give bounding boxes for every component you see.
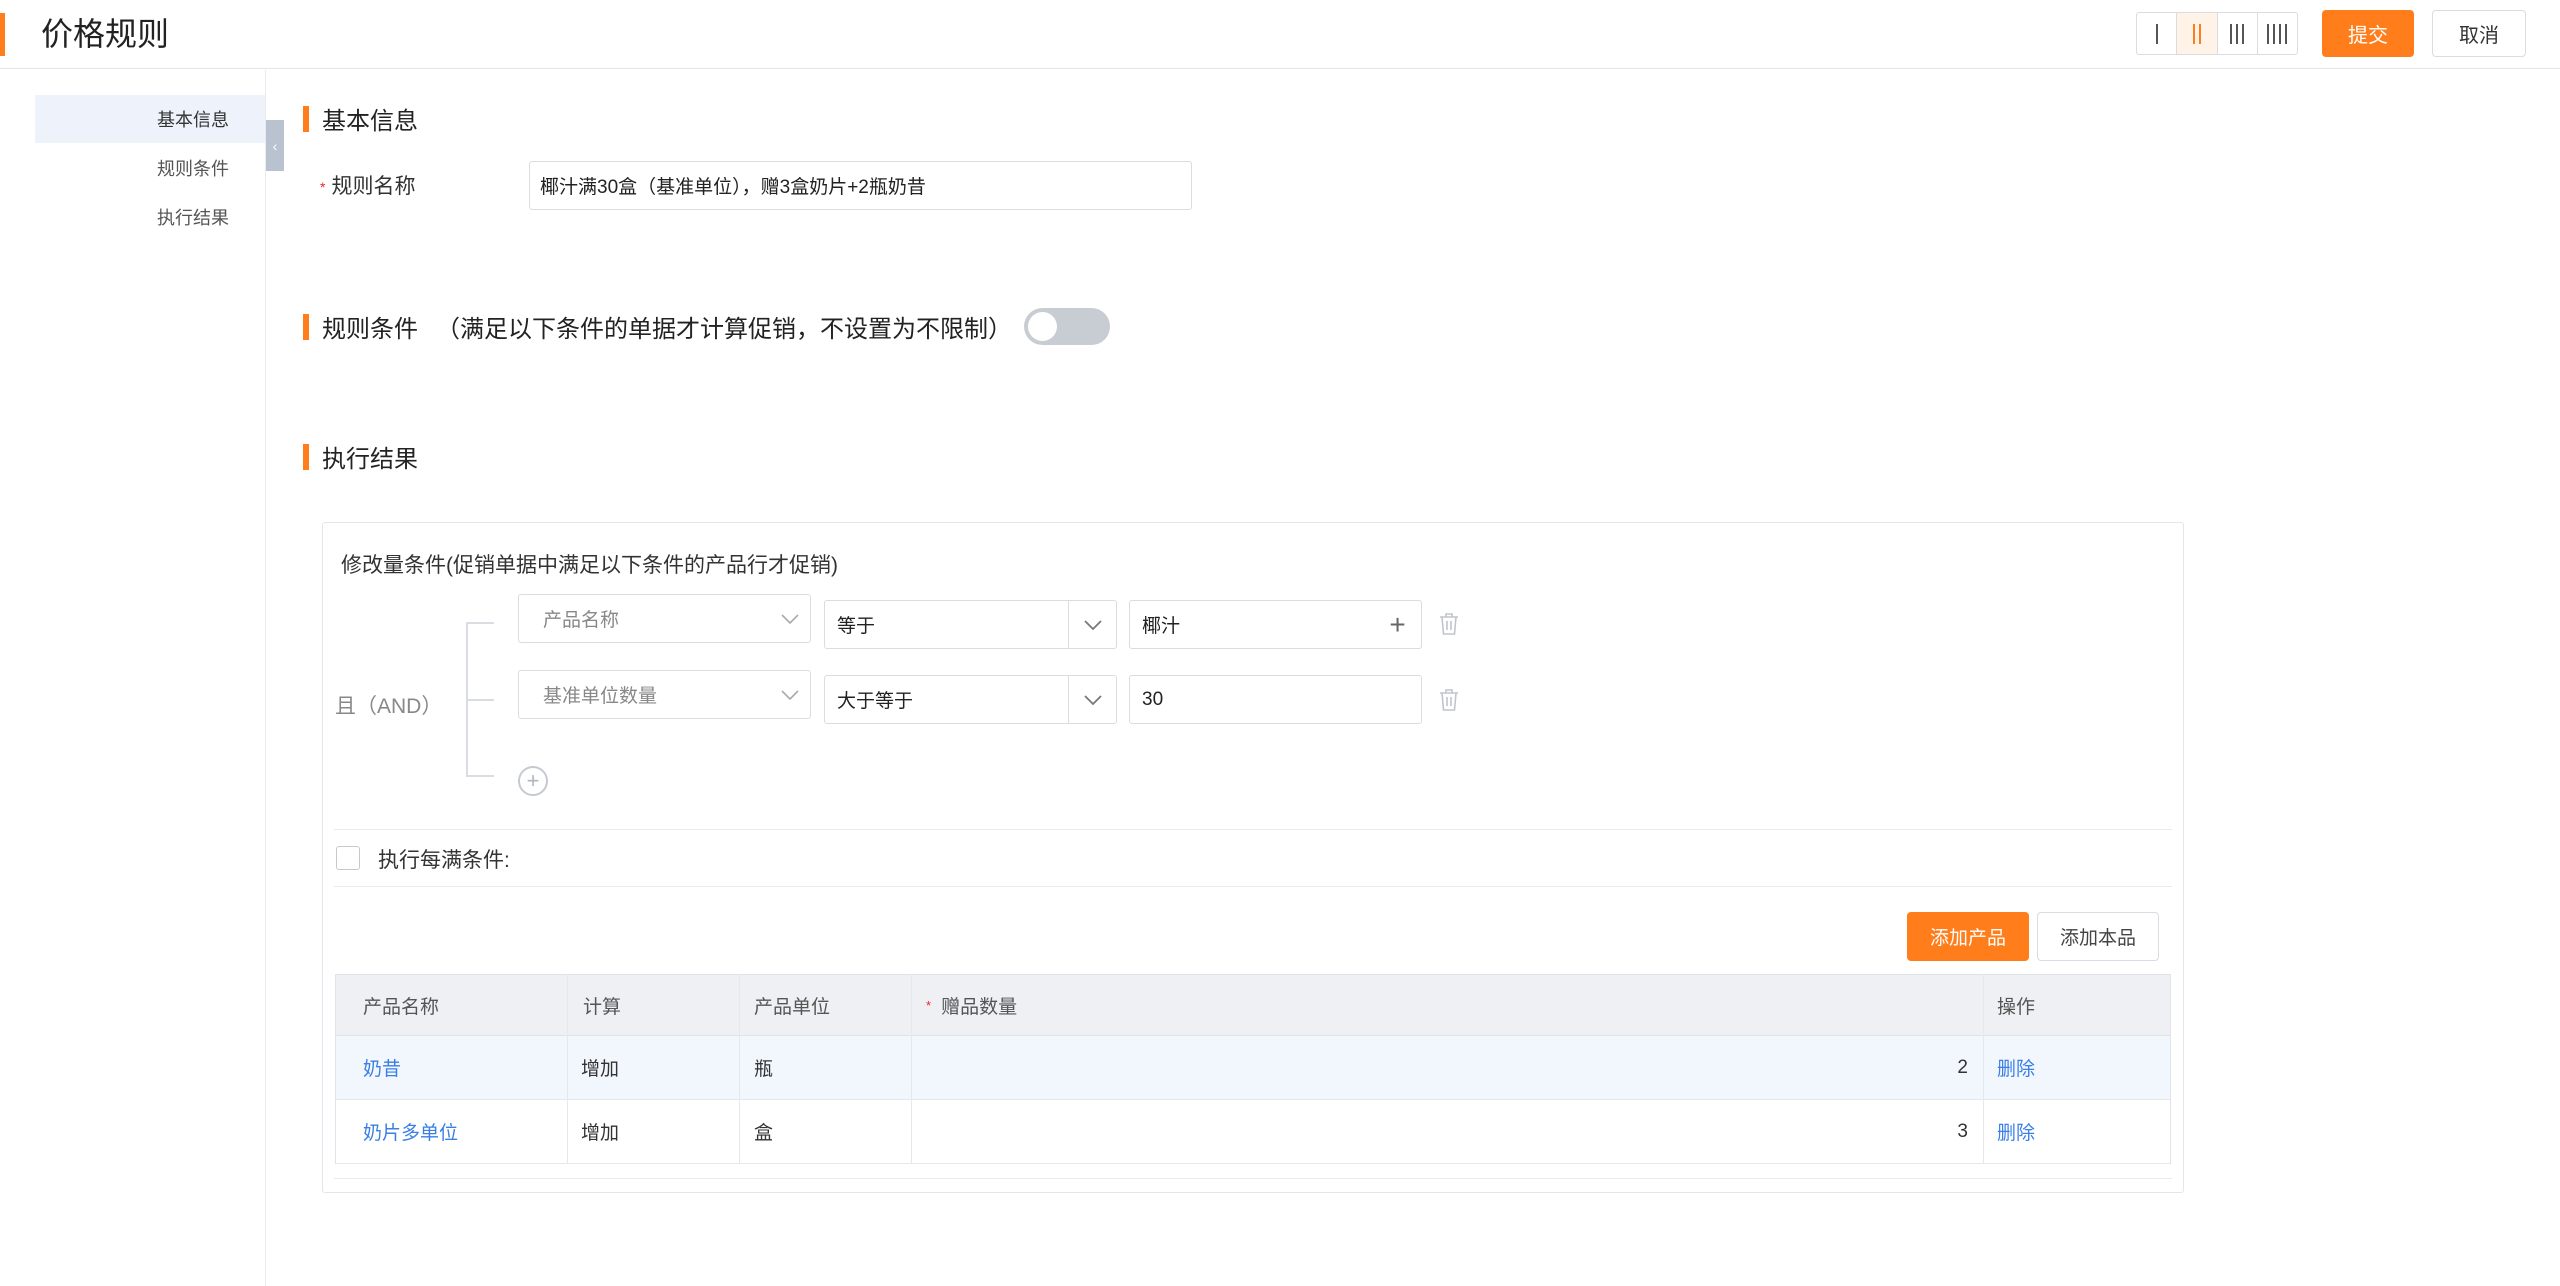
- condition-value-input[interactable]: 30: [1129, 675, 1422, 724]
- product-name-link[interactable]: 奶片多单位: [363, 1100, 458, 1163]
- calc-cell: 增加: [581, 1059, 620, 1080]
- chevron-down-icon: [770, 595, 810, 642]
- add-product-button[interactable]: 添加产品: [1907, 912, 2029, 961]
- calc-cell: 增加: [581, 1123, 620, 1144]
- condition-operator-select[interactable]: 大于等于: [824, 675, 1117, 724]
- cancel-button[interactable]: 取消: [2432, 10, 2526, 57]
- chevron-left-icon: ‹: [272, 137, 278, 154]
- section-title-text: 基本信息: [322, 108, 418, 135]
- gift-qty-cell[interactable]: 3: [926, 1100, 1968, 1163]
- column-header-action: 操作: [1997, 997, 2036, 1018]
- table-row: 奶片多单位 增加 盒 3 删除: [336, 1100, 2170, 1164]
- section-accent-bar: [303, 313, 309, 340]
- chevron-down-icon: [1068, 601, 1116, 648]
- one-column-layout-icon[interactable]: [2137, 13, 2178, 54]
- select-value: 等于: [837, 616, 876, 637]
- add-self-product-button[interactable]: 添加本品: [2037, 912, 2159, 961]
- trash-icon[interactable]: [1438, 688, 1460, 712]
- condition-field-select[interactable]: 产品名称: [518, 594, 811, 643]
- column-separator: [1983, 975, 1984, 1163]
- required-asterisk-icon: *: [926, 998, 932, 1013]
- logic-bracket-branch: [466, 699, 494, 701]
- section-accent-bar: [303, 105, 309, 132]
- toggle-knob: [1028, 312, 1057, 341]
- logic-bracket-branch: [466, 775, 494, 777]
- gift-qty-cell[interactable]: 2: [926, 1036, 1968, 1099]
- condition-value-input[interactable]: 椰汁: [1129, 600, 1375, 649]
- sidebar-item-basic-info[interactable]: 基本信息: [35, 95, 265, 143]
- sidebar-item-rule-conditions[interactable]: 规则条件: [35, 144, 265, 192]
- rule-name-label: * 规则名称: [320, 170, 415, 200]
- required-asterisk-icon: *: [320, 179, 326, 196]
- divider: [334, 1178, 2172, 1179]
- select-value: 基准单位数量: [543, 686, 658, 707]
- delete-row-link[interactable]: 删除: [1997, 1036, 2035, 1099]
- condition-field-select[interactable]: 基准单位数量: [518, 670, 811, 719]
- section-rule-conditions-title: 规则条件 （满足以下条件的单据才计算促销，不设置为不限制）: [303, 309, 1012, 344]
- column-layout-switcher: [2136, 12, 2298, 55]
- section-basic-info-title: 基本信息: [303, 101, 418, 136]
- chevron-down-icon: [1068, 676, 1116, 723]
- select-value: 产品名称: [543, 610, 620, 631]
- column-header-product-name: 产品名称: [363, 997, 440, 1018]
- divider: [334, 886, 2172, 887]
- submit-button[interactable]: 提交: [2322, 10, 2414, 57]
- logic-and-label[interactable]: 且（AND）: [335, 690, 442, 720]
- four-column-layout-icon[interactable]: [2258, 13, 2297, 54]
- condition-operator-select[interactable]: 等于: [824, 600, 1117, 649]
- sidebar-nav: [0, 70, 266, 1286]
- section-title-text: 执行结果: [322, 446, 418, 473]
- title-accent-bar: [0, 13, 5, 56]
- column-separator: [739, 975, 740, 1163]
- every-condition-label: 执行每满条件:: [378, 849, 510, 872]
- gift-product-table: 产品名称 计算 产品单位 * 赠品数量 操作 奶昔 增加 瓶 2 删除 奶片多单位…: [335, 974, 2171, 1164]
- select-value: 大于等于: [837, 691, 914, 712]
- section-note: （满足以下条件的单据才计算促销，不设置为不限制）: [436, 316, 1012, 343]
- section-title-text: 规则条件: [322, 316, 418, 343]
- three-column-layout-icon[interactable]: [2218, 13, 2258, 54]
- column-separator: [911, 975, 912, 1163]
- sidebar-collapse-button[interactable]: ‹: [266, 120, 284, 171]
- every-condition-checkbox[interactable]: [336, 846, 360, 870]
- chevron-down-icon: [770, 671, 810, 718]
- rule-conditions-toggle[interactable]: [1024, 308, 1110, 345]
- condition-title: 修改量条件(促销单据中满足以下条件的产品行才促销): [341, 554, 838, 577]
- column-header-gift-qty: * 赠品数量: [926, 975, 1017, 1036]
- trash-icon[interactable]: [1438, 612, 1460, 636]
- plus-icon[interactable]: +: [1374, 600, 1422, 649]
- page-title: 价格规则: [41, 16, 170, 52]
- two-column-layout-icon[interactable]: [2177, 13, 2218, 54]
- sidebar-item-execution-result[interactable]: 执行结果: [35, 193, 265, 241]
- column-header-text: 赠品数量: [941, 997, 1018, 1018]
- product-name-link[interactable]: 奶昔: [363, 1036, 401, 1099]
- section-execution-result-title: 执行结果: [303, 439, 418, 474]
- column-header-calc: 计算: [583, 997, 622, 1018]
- table-header: 产品名称 计算 产品单位 * 赠品数量 操作: [336, 975, 2170, 1036]
- rule-name-input[interactable]: 椰汁满30盒（基准单位），赠3盒奶片+2瓶奶昔: [529, 161, 1192, 210]
- page-header: 价格规则 提交 取消: [0, 0, 2560, 69]
- column-header-unit: 产品单位: [754, 997, 831, 1018]
- table-row: 奶昔 增加 瓶 2 删除: [336, 1036, 2170, 1100]
- section-accent-bar: [303, 443, 309, 470]
- divider: [334, 829, 2172, 830]
- delete-row-link[interactable]: 删除: [1997, 1100, 2035, 1163]
- rule-name-label-text: 规则名称: [331, 175, 416, 198]
- column-separator: [567, 975, 568, 1163]
- logic-bracket-branch: [466, 622, 494, 624]
- add-condition-icon[interactable]: +: [518, 766, 548, 796]
- unit-cell: 盒: [754, 1123, 774, 1144]
- unit-cell: 瓶: [754, 1059, 774, 1080]
